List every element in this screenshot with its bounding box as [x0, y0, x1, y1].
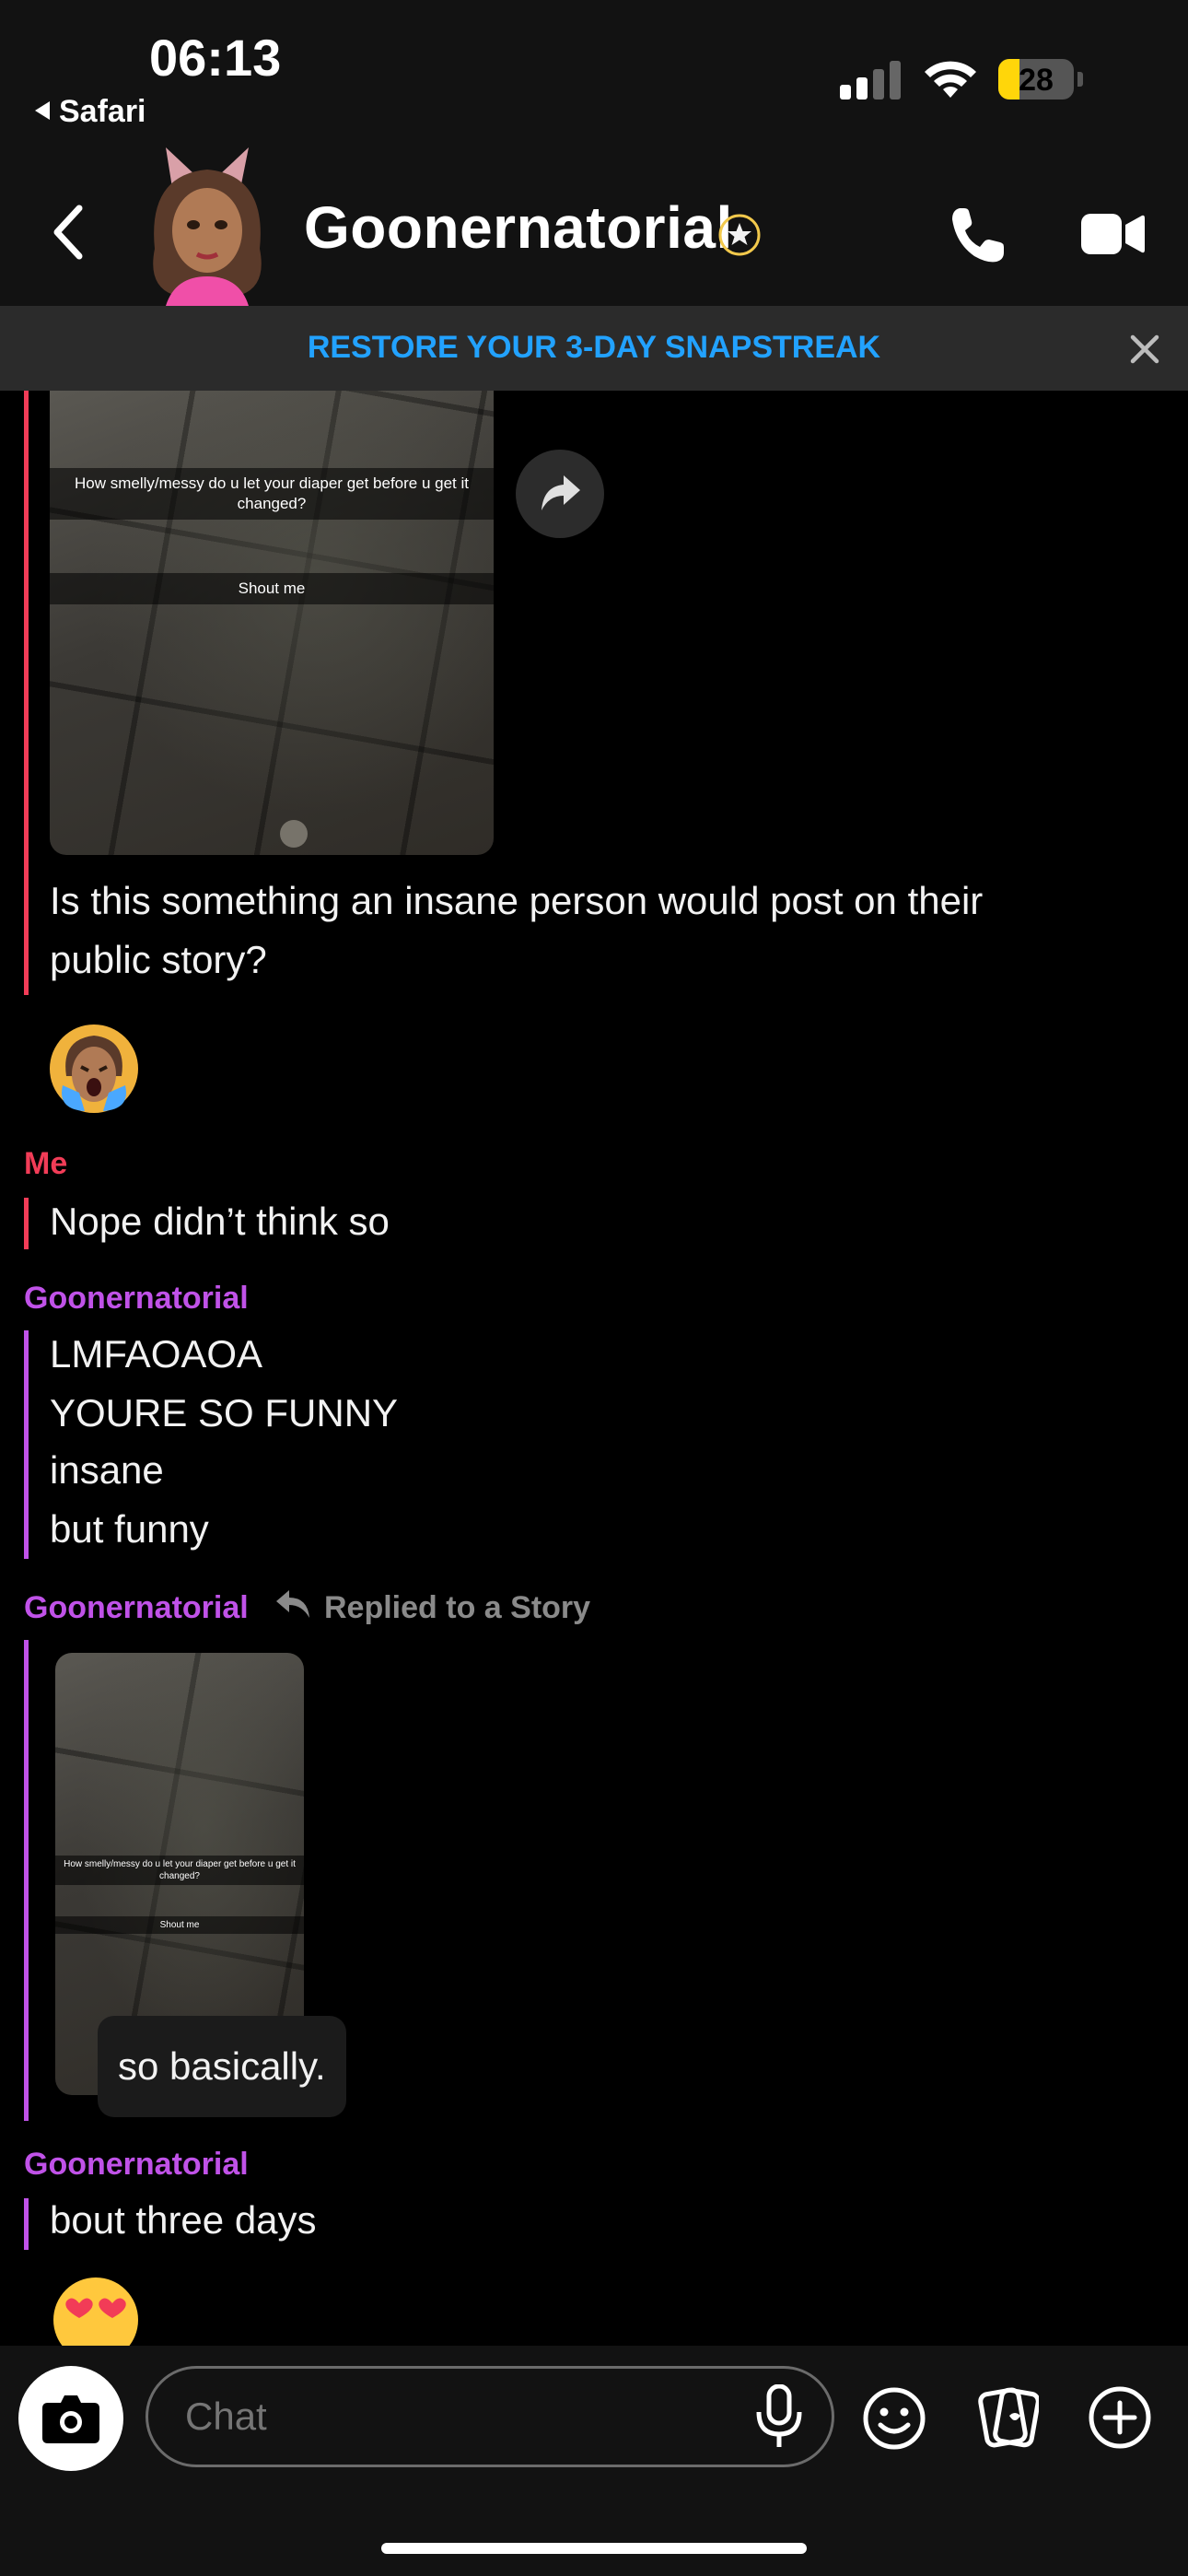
message-text: Is this something an insane person would… — [50, 879, 984, 922]
story-snap-image[interactable]: How smelly/messy do u let your diaper ge… — [50, 391, 494, 855]
back-triangle-icon — [35, 101, 50, 120]
verified-star-icon — [718, 214, 761, 256]
close-icon[interactable] — [1127, 332, 1162, 367]
message-text: but funny — [50, 1507, 209, 1551]
snap-button-label: Shout me — [50, 573, 494, 604]
message-text: Nope didn’t think so — [50, 1200, 390, 1243]
plus-icon[interactable] — [1087, 2384, 1153, 2451]
smiley-icon[interactable] — [862, 2386, 926, 2451]
battery-nub — [1077, 72, 1083, 87]
message-bar — [24, 391, 29, 995]
message-bar — [24, 1198, 29, 1249]
reply-bubble: so basically. — [98, 2016, 346, 2117]
snapstreak-banner-text[interactable]: RESTORE YOUR 3-DAY SNAPSTREAK — [0, 330, 1188, 366]
message-text: bout three days — [50, 2198, 317, 2242]
share-arrow-icon — [542, 475, 580, 510]
reply-arrow-icon — [276, 1590, 309, 1618]
message-bar — [24, 1640, 29, 2121]
crying-bitmoji — [50, 1025, 138, 1113]
phone-icon[interactable] — [947, 203, 1011, 267]
snap-caption: How smelly/messy do u let your diaper ge… — [55, 1856, 304, 1885]
battery-level: 28 — [1019, 63, 1054, 98]
sender-name-friend: Goonernatorial — [24, 2147, 249, 2182]
battery-indicator: 28 — [998, 59, 1074, 100]
chat-input[interactable] — [146, 2366, 834, 2467]
avatar[interactable] — [138, 138, 276, 306]
sender-name-me: Me — [24, 1146, 68, 1181]
message-text: insane — [50, 1448, 164, 1492]
wifi-icon — [925, 61, 976, 98]
microphone-icon[interactable] — [753, 2384, 805, 2451]
message-text: public story? — [50, 938, 267, 981]
back-app-label: Safari — [59, 94, 146, 129]
back-to-app-link[interactable]: Safari — [35, 94, 146, 130]
sender-name-friend: Goonernatorial — [24, 1590, 249, 1625]
replied-to-story-label: Replied to a Story — [324, 1590, 591, 1625]
stickers-icon[interactable] — [974, 2384, 1039, 2451]
message-text: LMFAOAOA — [50, 1332, 263, 1376]
back-chevron-icon[interactable] — [48, 203, 88, 262]
snap-button-label: Shout me — [55, 1916, 304, 1934]
snap-caption: How smelly/messy do u let your diaper ge… — [50, 468, 494, 520]
contact-name[interactable]: Goonernatorial — [304, 193, 733, 262]
home-indicator — [381, 2543, 807, 2554]
signal-icon — [840, 59, 904, 100]
video-icon[interactable] — [1079, 208, 1146, 260]
camera-icon — [42, 2395, 99, 2443]
message-bar — [24, 1330, 29, 1559]
message-text: YOURE SO FUNNY — [50, 1391, 399, 1434]
heart-eyes-emoji — [53, 2277, 138, 2346]
status-time: 06:13 — [149, 29, 282, 87]
message-bar — [24, 2198, 29, 2250]
sender-name-friend: Goonernatorial — [24, 1281, 249, 1316]
